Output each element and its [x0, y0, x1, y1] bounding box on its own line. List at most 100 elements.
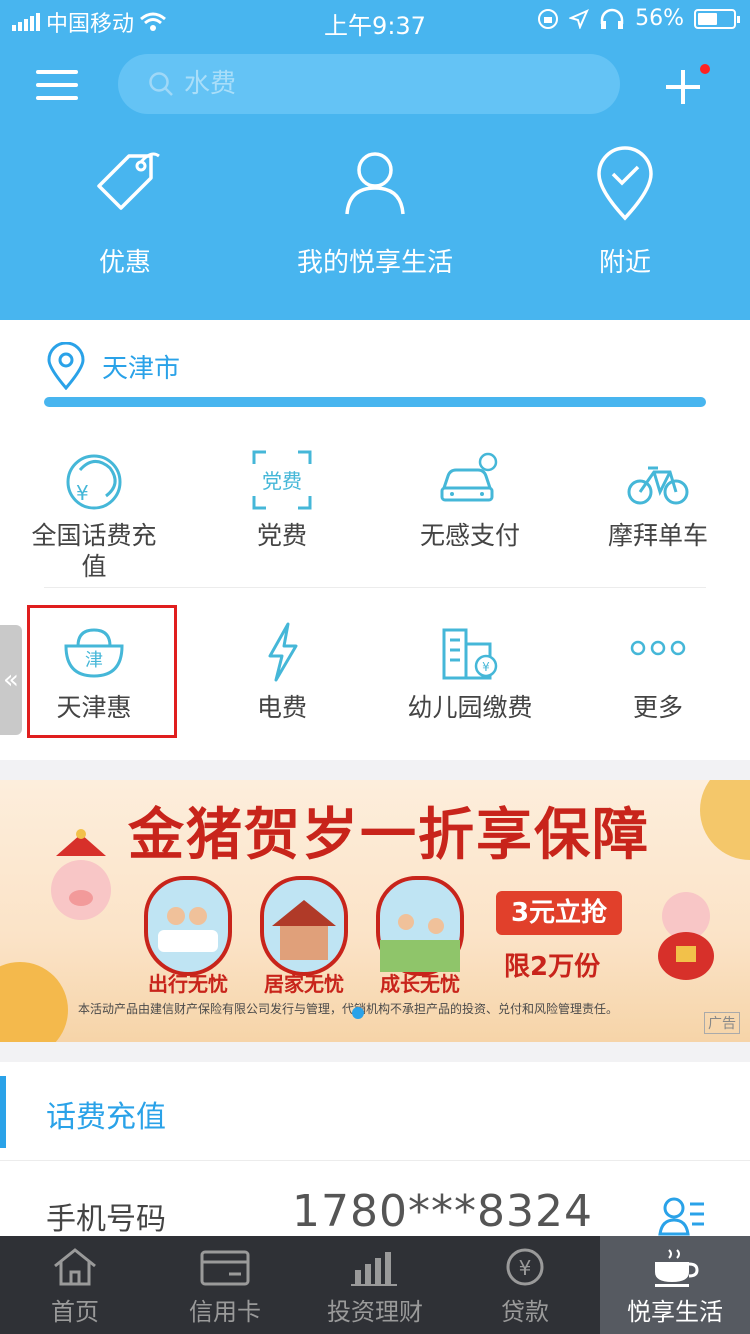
lightning-icon — [268, 622, 298, 682]
service-label: 党费 — [256, 521, 307, 550]
service-kindergarten[interactable]: ¥ 幼儿园缴费 — [376, 620, 564, 723]
service-label: 摩拜单车 — [607, 521, 708, 550]
section-accent — [0, 1076, 6, 1148]
tab-investment-label: 投资理财 — [327, 1298, 423, 1326]
shield-home — [260, 876, 348, 976]
banner-title: 金猪贺岁一折享保障 — [128, 802, 650, 868]
shield-growth — [376, 876, 464, 976]
cloud-decoration-icon — [0, 962, 68, 1042]
buy-button[interactable]: 3元立抢 — [496, 891, 622, 935]
bar-chart-icon — [351, 1252, 397, 1286]
headphones-icon — [600, 8, 624, 29]
svg-text:¥: ¥ — [519, 1256, 532, 1280]
pig-mascot-right-icon — [658, 892, 714, 980]
service-label: 幼儿园缴费 — [407, 693, 533, 722]
shield-travel-label: 出行无忧 — [148, 972, 228, 996]
tab-loans[interactable]: ¥ 贷款 — [450, 1236, 600, 1334]
highlight-box — [27, 605, 177, 738]
coffee-cup-icon — [655, 1249, 699, 1287]
notification-dot — [700, 64, 710, 74]
service-phone-credit[interactable]: ¥ 全国话费充 值 — [0, 448, 188, 582]
search-input[interactable] — [184, 69, 564, 99]
city-underline — [44, 397, 706, 407]
shield-growth-label: 成长无忧 — [380, 972, 460, 996]
shield-home-label: 居家无忧 — [264, 972, 344, 996]
tag-icon — [97, 152, 160, 210]
double-chevron-left-icon: « — [3, 665, 19, 695]
entry-my-life[interactable]: 我的悦享生活 — [250, 142, 500, 279]
tab-life-label: 悦享生活 — [627, 1298, 723, 1326]
party-fee-icon-text: 党费 — [262, 469, 302, 493]
credit-card-icon — [200, 1250, 250, 1286]
pig-mascot-left-icon — [51, 829, 111, 920]
user-icon — [345, 152, 405, 215]
service-label: 无感支付 — [419, 521, 520, 550]
kindergarten-icon: ¥ — [442, 628, 498, 680]
section-title: 话费充值 — [46, 1100, 166, 1135]
service-contactless-pay[interactable]: 无感支付 — [376, 448, 564, 551]
topup-section: 话费充值 手机号码 1780***8324 — [0, 1062, 750, 1237]
phone-number[interactable]: 1780***8324 — [292, 1186, 593, 1237]
search-box[interactable] — [118, 54, 620, 114]
limit-text: 限2万份 — [504, 952, 601, 982]
service-label: 电费 — [256, 693, 307, 722]
service-label: 更多 — [632, 693, 683, 722]
car-payment-icon — [440, 452, 498, 502]
battery-percent: 56% — [635, 6, 684, 31]
svg-text:¥: ¥ — [76, 481, 89, 505]
ad-label: 广告 — [704, 1012, 740, 1034]
entry-offers[interactable]: 优惠 — [0, 142, 250, 279]
carousel-indicator — [352, 1007, 364, 1019]
plus-icon — [666, 70, 700, 104]
bike-icon — [627, 466, 689, 505]
menu-button[interactable] — [36, 70, 78, 102]
tab-home-label: 首页 — [51, 1298, 99, 1326]
service-more[interactable]: 更多 — [564, 620, 750, 723]
location-arrow-icon — [569, 8, 590, 29]
tab-credit-card[interactable]: 信用卡 — [150, 1236, 300, 1334]
entry-my-life-label: 我的悦享生活 — [296, 248, 453, 278]
tab-home[interactable]: 首页 — [0, 1236, 150, 1334]
banner-disclaimer: 本活动产品由建信财产保险有限公司发行与管理，代销机构不承担产品的投资、兑付和风险… — [78, 1002, 619, 1016]
house-icon — [272, 900, 336, 960]
phone-credit-icon: ¥ — [66, 454, 122, 510]
service-label: 全国话费充 — [31, 521, 157, 550]
city-services-panel: 天津市 ¥ 全国话费充 值 党费 党费 无感支付 摩拜单车 津 天津惠 电费 ¥… — [0, 320, 750, 760]
tab-bar: 首页 信用卡 投资理财 ¥ 贷款 悦享生活 — [0, 1236, 750, 1334]
phone-label: 手机号码 — [46, 1202, 166, 1237]
cloud-decoration-icon — [700, 780, 750, 860]
service-mobike[interactable]: 摩拜单车 — [564, 448, 750, 551]
service-electricity[interactable]: 电费 — [188, 620, 376, 723]
tab-investment[interactable]: 投资理财 — [300, 1236, 450, 1334]
rotation-lock-icon — [538, 8, 559, 29]
car-family-icon — [158, 907, 218, 952]
battery-icon — [694, 8, 740, 29]
promo-banner[interactable]: 金猪贺岁一折享保障 出行无忧 居家无忧 成长无忧 3元立抢 限2万份 本活动产品… — [0, 780, 750, 1042]
home-icon — [54, 1248, 96, 1286]
add-button[interactable] — [660, 64, 710, 110]
city-name: 天津市 — [102, 353, 181, 384]
yen-coin-icon: ¥ — [506, 1248, 544, 1286]
city-selector[interactable]: 天津市 — [46, 342, 180, 390]
entry-offers-label: 优惠 — [98, 248, 151, 278]
status-bar: 中国移动 上午9:37 56% — [0, 0, 750, 42]
map-pin-icon — [47, 342, 85, 390]
more-dots-icon — [630, 640, 686, 656]
shield-travel — [144, 876, 232, 976]
search-icon — [149, 72, 173, 96]
entry-nearby-label: 附近 — [598, 248, 651, 278]
service-party-fee[interactable]: 党费 党费 — [188, 448, 376, 551]
contacts-icon[interactable] — [658, 1194, 706, 1238]
section-divider — [0, 1160, 750, 1161]
service-label-line2: 值 — [81, 552, 107, 581]
svg-text:¥: ¥ — [482, 660, 490, 674]
children-icon — [380, 914, 460, 972]
header: 优惠 我的悦享生活 附近 — [0, 42, 750, 320]
entry-nearby[interactable]: 附近 — [500, 142, 750, 279]
tab-loans-label: 贷款 — [501, 1298, 549, 1326]
side-drawer-handle[interactable]: « — [0, 625, 22, 735]
grid-divider — [44, 587, 706, 588]
tab-life[interactable]: 悦享生活 — [600, 1236, 750, 1334]
tab-credit-card-label: 信用卡 — [189, 1298, 261, 1326]
party-fee-icon: 党费 — [252, 450, 312, 510]
